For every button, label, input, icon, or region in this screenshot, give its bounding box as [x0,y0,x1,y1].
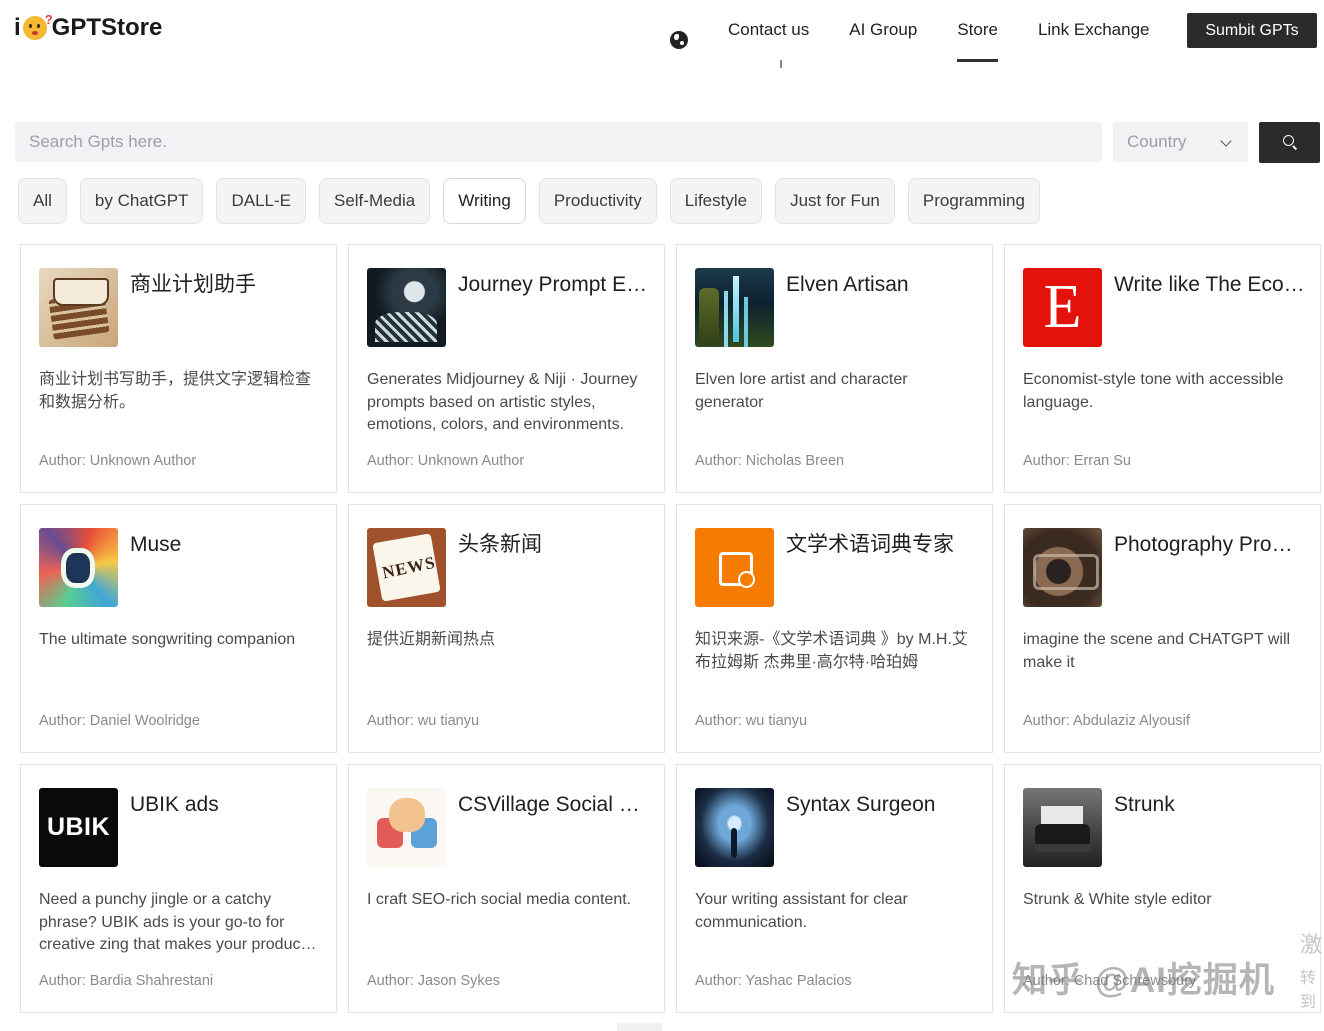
main-nav: Contact us AI Group Store Link Exchange [670,18,1189,62]
card-description: 知识来源-《文学术语词典 》by M.H.艾布拉姆斯 杰弗里·高尔特·哈珀姆 [695,631,968,671]
category-tabs: All by ChatGPT DALL-E Self-Media Writing… [18,178,1040,224]
card-title: Syntax Surgeon [786,793,936,816]
search-button[interactable] [1259,122,1320,163]
card-title: 商业计划助手 [130,273,256,296]
chevron-down-icon [1220,135,1232,147]
category-by-chatgpt[interactable]: by ChatGPT [79,178,204,224]
card-description: imagine the scene and CHATGPT will make … [1023,631,1291,671]
card-author: Author: Abdulaziz Alyousif [1023,713,1190,729]
gpt-card[interactable]: UBIK UBIK ads Need a punchy jingle or a … [20,764,337,1013]
card-title: 头条新闻 [458,533,542,556]
nav-contact-us[interactable]: Contact us [728,18,809,60]
card-title: Journey Prompt Expert [458,273,650,296]
thinking-face-icon: ? [22,12,53,40]
gpt-card[interactable]: Photography Prompts imagine the scene an… [1004,504,1321,753]
card-author: Author: Erran Su [1023,453,1131,469]
card-author: Author: wu tianyu [367,713,480,729]
card-author: Author: Daniel Woolridge [39,713,200,729]
gpt-card[interactable]: E Write like The Economist Economist-sty… [1004,244,1321,493]
card-author: Author: Unknown Author [367,453,525,469]
card-author: Author: Unknown Author [39,453,197,469]
gpt-card[interactable]: Syntax Surgeon Your writing assistant fo… [676,764,993,1013]
card-author: Author: Nicholas Breen [695,453,845,469]
card-title: CSVillage Social Studio [458,793,650,816]
side-watermark-top: 激 [1300,932,1323,957]
card-title: UBIK ads [130,793,219,816]
card-title: Strunk [1114,793,1175,816]
top-navbar: i ? GPTStore Contact us AI Group Store L… [0,0,1324,64]
category-self-media[interactable]: Self-Media [318,178,431,224]
logo-text: GPTStore [51,14,163,41]
card-description: Economist-style tone with accessible lan… [1023,371,1284,411]
card-title: Write like The Economist [1114,273,1306,296]
search-icon [1283,135,1294,146]
gpt-card[interactable]: Journey Prompt Expert Generates Midjourn… [348,244,665,493]
book-stack-image [39,268,118,347]
card-author: Author: wu tianyu [695,713,808,729]
economist-logo-image: E [1023,268,1102,347]
card-title: Muse [130,533,182,556]
category-productivity[interactable]: Productivity [538,178,657,224]
card-description: Your writing assistant for clear communi… [695,891,908,931]
submit-gpts-button[interactable]: Sumbit GPTs [1187,13,1317,48]
card-description: Strunk & White style editor [1023,891,1212,908]
data-tunnel-image [695,788,774,867]
card-author: Author: Jason Sykes [367,973,500,989]
card-description: 商业计划书写助手，提供文字逻辑检查和数据分析。 [39,371,312,411]
nav-store[interactable]: Store [957,18,998,62]
card-description: Generates Midjourney & Niji · Journey pr… [367,371,638,433]
site-logo[interactable]: i ? GPTStore [14,12,163,42]
gpt-card[interactable]: 文学术语词典专家 知识来源-《文学术语词典 》by M.H.艾布拉姆斯 杰弗里·… [676,504,993,753]
category-just-for-fun[interactable]: Just for Fun [775,178,895,224]
globe-icon[interactable] [670,31,688,49]
card-description: Elven lore artist and character generato… [695,371,908,411]
colorful-music-art-image [39,528,118,607]
ubik-logo-image: UBIK [39,788,118,867]
logo-prefix: i [14,14,21,41]
gpt-card[interactable]: Muse The ultimate songwriting companion … [20,504,337,753]
card-description: The ultimate songwriting companion [39,631,296,648]
gpt-card[interactable]: CSVillage Social Studio I craft SEO-rich… [348,764,665,1013]
category-writing[interactable]: Writing [443,178,526,224]
card-title: 文学术语词典专家 [786,533,954,556]
country-select-label: Country [1127,132,1187,151]
card-description: I craft SEO-rich social media content. [367,891,632,908]
newspaper-image [367,528,446,607]
vintage-camera-image [1023,528,1102,607]
card-author: Author: Bardia Shahrestani [39,973,214,989]
elven-forest-image [695,268,774,347]
divider-tick [780,60,782,68]
side-watermark-bottom: 转到 [1300,970,1317,1011]
nav-link-exchange[interactable]: Link Exchange [1038,18,1150,60]
card-description: Need a punchy jingle or a catchy phrase?… [39,891,313,953]
watermark-text: 知乎 @AI挖掘机 [1012,961,1275,1000]
search-input[interactable]: Search Gpts here. [15,122,1102,162]
typewriter-image [1023,788,1102,867]
category-all[interactable]: All [18,178,67,224]
puzzle-cat-image [367,788,446,867]
card-title: Elven Artisan [786,273,909,296]
gpt-card[interactable]: 商业计划助手 商业计划书写助手，提供文字逻辑检查和数据分析。 Author: U… [20,244,337,493]
gpt-card-grid: 商业计划助手 商业计划书写助手，提供文字逻辑检查和数据分析。 Author: U… [20,244,1321,1013]
journey-illustration-image [367,268,446,347]
category-programming[interactable]: Programming [907,178,1040,224]
card-title: Photography Prompts [1114,533,1306,556]
category-dall-e[interactable]: DALL-E [216,178,306,224]
gpt-card[interactable]: Elven Artisan Elven lore artist and char… [676,244,993,493]
card-description: 提供近期新闻热点 [367,631,496,648]
pagination-hint[interactable] [617,1023,662,1031]
nav-ai-group[interactable]: AI Group [849,18,917,60]
card-author: Author: Yashac Palacios [695,973,852,989]
country-select[interactable]: Country [1113,122,1248,162]
image-placeholder-icon [695,528,774,607]
gpt-card[interactable]: 头条新闻 提供近期新闻热点 Author: wu tianyu [348,504,665,753]
category-lifestyle[interactable]: Lifestyle [669,178,763,224]
